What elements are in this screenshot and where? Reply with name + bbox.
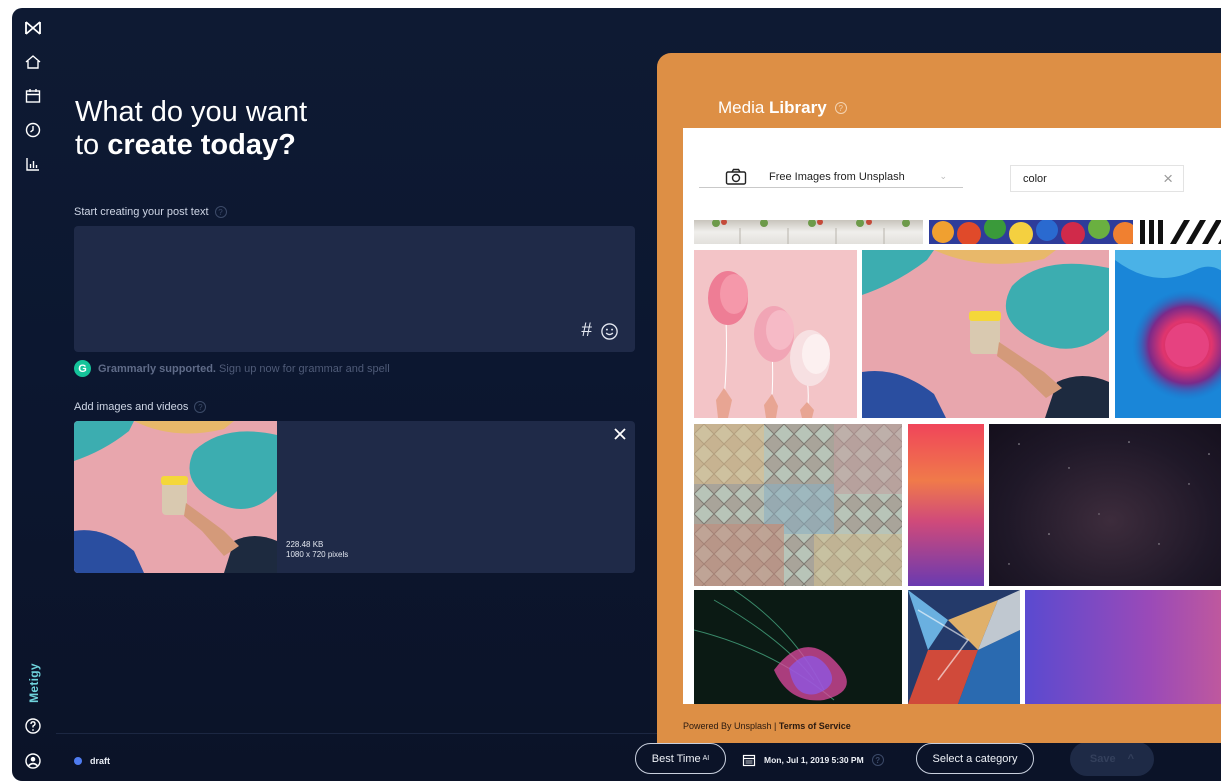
image-tile[interactable]	[1025, 590, 1221, 704]
home-icon[interactable]	[23, 52, 43, 72]
logo-icon[interactable]	[23, 18, 43, 38]
image-tile[interactable]	[908, 590, 1020, 704]
best-time-button[interactable]: Best Time AI	[635, 743, 726, 774]
status-dot	[74, 757, 82, 765]
image-source-select[interactable]: Free Images from Unsplash ⌄	[699, 166, 963, 188]
clear-search-icon[interactable]: ×	[1163, 170, 1173, 187]
help-icon[interactable]	[23, 716, 43, 736]
schedule-date[interactable]: Mon, Jul 1, 2019 5:30 PM ?	[742, 753, 884, 767]
save-button[interactable]: Save ^	[1070, 742, 1154, 776]
chevron-down-icon: ⌄	[939, 171, 947, 181]
media-library-panel: Media Library ? Free Images from Unsplas…	[657, 53, 1221, 743]
app-window: Metigy What do you want to create today?…	[12, 8, 1221, 781]
media-library-title: Media Library ?	[718, 98, 847, 118]
terms-of-service-link[interactable]: Terms of Service	[779, 721, 851, 731]
media-label: Add images and videos ?	[74, 401, 207, 413]
grammarly-icon: G	[74, 360, 91, 377]
image-tile[interactable]	[694, 590, 902, 704]
image-tile[interactable]	[694, 220, 923, 244]
media-library-footer: Powered By Unsplash | Terms of Service	[683, 721, 851, 731]
close-icon[interactable]	[613, 427, 627, 441]
brand-name: Metigy	[27, 663, 41, 703]
page-title: What do you want to create today?	[75, 96, 307, 162]
post-text-input[interactable]: #	[74, 226, 635, 352]
text-tools: #	[581, 320, 619, 342]
chevron-up-icon: ^	[1127, 753, 1135, 765]
grammarly-notice[interactable]: G Grammarly supported. Sign up now for g…	[74, 360, 390, 377]
info-icon[interactable]: ?	[834, 102, 847, 114]
image-tile[interactable]	[1140, 220, 1221, 244]
analytics-icon[interactable]	[23, 154, 43, 174]
clock-icon[interactable]	[23, 120, 43, 140]
media-library-content: Free Images from Unsplash ⌄ color ×	[683, 128, 1221, 704]
info-icon[interactable]: ?	[871, 754, 884, 766]
headline-line-1: What do you want	[75, 96, 308, 128]
media-search-input[interactable]: color ×	[1010, 165, 1184, 192]
sidebar: Metigy	[12, 8, 56, 781]
info-icon[interactable]: ?	[214, 206, 227, 218]
media-dimensions: 1080 x 720 pixels	[286, 550, 349, 559]
media-thumbnail[interactable]	[74, 421, 277, 573]
image-tile[interactable]	[694, 250, 857, 418]
image-tile[interactable]	[1115, 250, 1221, 418]
category-select[interactable]: Select a category	[916, 743, 1034, 774]
account-icon[interactable]	[23, 751, 43, 771]
info-icon[interactable]: ?	[194, 401, 207, 413]
status-badge: draft	[74, 756, 110, 766]
hashtag-icon[interactable]: #	[581, 320, 592, 342]
image-tile[interactable]	[929, 220, 1133, 244]
camera-icon	[725, 168, 747, 185]
image-tile[interactable]	[989, 424, 1221, 586]
calendar-icon	[742, 754, 756, 767]
image-tile[interactable]	[862, 250, 1109, 418]
media-details: 228.48 KB 1080 x 720 pixels	[286, 540, 348, 560]
headline-line-2: to create today?	[75, 129, 296, 161]
media-size: 228.48 KB	[286, 540, 324, 549]
post-text-label: Start creating your post text ?	[74, 206, 227, 218]
image-tile[interactable]	[908, 424, 984, 586]
media-attachment: 228.48 KB 1080 x 720 pixels	[74, 421, 635, 573]
emoji-icon[interactable]	[600, 322, 619, 341]
image-tile[interactable]	[694, 424, 902, 586]
calendar-icon[interactable]	[23, 86, 43, 106]
